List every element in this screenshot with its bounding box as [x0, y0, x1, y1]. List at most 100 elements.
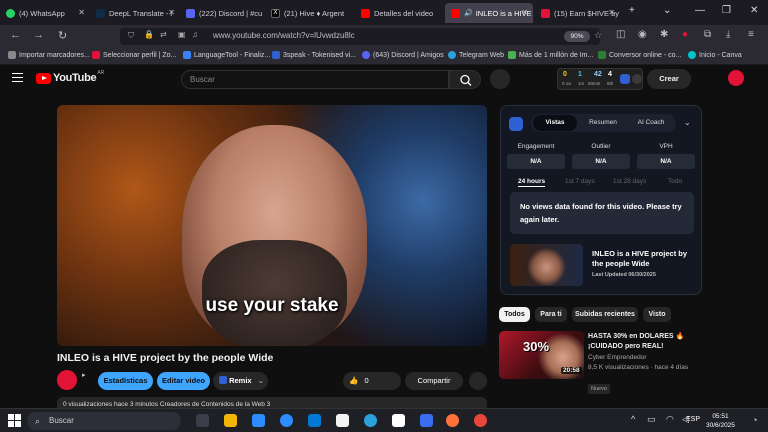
reload-icon[interactable]: ↻: [58, 29, 67, 42]
chip-for-you[interactable]: Para ti: [535, 307, 567, 322]
tab-x-hive[interactable]: X (21) Hive ♦ Argent: [265, 3, 355, 23]
permissions-icon[interactable]: ⇄: [160, 30, 167, 39]
voice-search-button[interactable]: [490, 69, 510, 89]
remix-button[interactable]: Remix ⌄: [213, 372, 268, 390]
tab-whatsapp[interactable]: (4) WhatsApp ✕: [0, 3, 90, 23]
close-tab-icon[interactable]: ✕: [521, 8, 528, 17]
close-tab-icon[interactable]: ✕: [168, 8, 175, 17]
camera-icon[interactable]: ▣: [178, 30, 186, 39]
hamburger-menu-icon[interactable]: [12, 73, 23, 82]
account-icon[interactable]: ◉: [638, 29, 647, 40]
language-indicator[interactable]: ESP: [686, 416, 700, 423]
edit-video-button[interactable]: Editar video: [157, 372, 210, 390]
bookmark-item[interactable]: Importar marcadores...: [8, 51, 90, 59]
channel-avatar[interactable]: [57, 370, 77, 390]
url-text[interactable]: www.youtube.com/watch?v=lUvwdzu8lc: [213, 31, 355, 40]
search-icon: ⌕: [35, 416, 41, 426]
chevron-up-icon[interactable]: ^: [631, 414, 635, 424]
speaker-icon[interactable]: 🔊: [464, 9, 473, 17]
wifi-icon[interactable]: ◠: [666, 414, 674, 425]
tab-list-dropdown[interactable]: ⌄: [663, 5, 671, 16]
bookmark-item[interactable]: Inicio - Canva: [688, 51, 742, 59]
like-button[interactable]: 👍 0: [343, 372, 401, 390]
forward-arrow-icon[interactable]: →: [33, 29, 44, 41]
youtube-play-icon: [36, 72, 51, 84]
firefox-icon[interactable]: [446, 414, 459, 427]
chip-all[interactable]: Todos: [499, 307, 530, 322]
search-button[interactable]: [449, 70, 481, 89]
tab-views[interactable]: Vistas: [533, 115, 577, 131]
period-24h[interactable]: 24 hours: [518, 178, 546, 187]
hive-keychain-icon[interactable]: ●: [682, 29, 688, 40]
microphone-icon[interactable]: ♫: [192, 30, 198, 39]
bookmark-item[interactable]: Seleccionar perfil | Zo...: [92, 51, 176, 59]
new-tab-button[interactable]: +: [629, 5, 635, 16]
back-arrow-icon[interactable]: ←: [10, 29, 21, 41]
tab-video-details[interactable]: Detalles del video: [355, 3, 443, 23]
statistics-button[interactable]: Estadísticas: [98, 372, 153, 390]
chip-recent-uploads[interactable]: Subidas recientes: [572, 307, 638, 322]
windows-start-icon[interactable]: [8, 414, 21, 427]
lock-icon[interactable]: 🔒: [144, 30, 154, 39]
bookmark-item[interactable]: Telegram Web: [448, 51, 504, 59]
chip-watched[interactable]: Visto: [643, 307, 671, 322]
zoom-icon[interactable]: [280, 414, 293, 427]
create-button[interactable]: Crear: [647, 69, 691, 89]
app-icon[interactable]: [252, 414, 265, 427]
telegram-icon[interactable]: [364, 414, 377, 427]
tab-summary[interactable]: Resumen: [581, 115, 625, 131]
bookmark-item[interactable]: (643) Discord | Amigos: [362, 51, 444, 59]
close-tab-icon[interactable]: ✕: [78, 8, 85, 17]
network-icon[interactable]: ▭: [647, 414, 656, 425]
system-clock[interactable]: 05:51 30/6/2025: [706, 412, 735, 430]
bookmark-star-icon[interactable]: ☆: [594, 30, 602, 41]
tab-earn-hive[interactable]: (15) Earn $HIVE by ✕: [535, 3, 620, 23]
bookmark-item[interactable]: 3speak - Tokenised vi...: [272, 51, 356, 59]
channel-stats-widget[interactable]: 0 0 1a 1 1m 42 60min 4 6th: [557, 68, 643, 90]
pocket-icon[interactable]: ◫: [616, 29, 625, 40]
chevron-down-icon[interactable]: ⌄: [684, 118, 691, 127]
bookmark-item[interactable]: LanguageTool - Finaliz...: [183, 51, 270, 59]
download-icon[interactable]: ⤓: [726, 29, 730, 40]
close-tab-icon[interactable]: ✕: [608, 8, 615, 17]
capcut-icon[interactable]: [392, 414, 405, 427]
minimize-button[interactable]: —: [695, 5, 705, 16]
recommendation-title[interactable]: HASTA 30% en DOLARES 🔥 ¡CUIDADO pero REA…: [588, 332, 698, 352]
bookmark-item[interactable]: Más de 1 millón de Im...: [508, 51, 593, 59]
tab-deepl[interactable]: DeepL Translate - l ✕: [90, 3, 180, 23]
task-view-icon[interactable]: [196, 414, 209, 427]
tab-discord[interactable]: (222) Discord | #cu: [180, 3, 265, 23]
restore-button[interactable]: ❐: [722, 5, 731, 16]
tab-inleo-video[interactable]: 🔊 INLEO is a HIVE ✕: [445, 3, 533, 23]
inleo-app-icon[interactable]: [420, 414, 433, 427]
puzzle-icon[interactable]: ⧉: [704, 29, 711, 40]
address-bar[interactable]: ⛉ 🔒 ⇄ ▣ ♫ www.youtube.com/watch?v=lUvwdz…: [120, 28, 602, 45]
period-7d[interactable]: 1st 7 days: [565, 178, 595, 185]
chrome-icon[interactable]: [474, 414, 487, 427]
more-actions-button[interactable]: [469, 372, 487, 390]
bookmark-item[interactable]: Conversor online - co...: [598, 51, 681, 59]
taskbar-search-input[interactable]: ⌕ Buscar: [27, 412, 181, 430]
notepad-icon[interactable]: [336, 414, 349, 427]
tab-ai-coach[interactable]: AI Coach: [627, 115, 675, 131]
zoom-level[interactable]: 90%: [564, 31, 590, 42]
share-button[interactable]: Compartir: [405, 372, 463, 390]
recommendation-channel[interactable]: Cyber Emprendedor: [588, 354, 647, 361]
close-window-button[interactable]: ✕: [750, 5, 758, 16]
youtube-logo[interactable]: YouTube AR: [36, 70, 104, 84]
period-all[interactable]: Todo: [668, 178, 682, 185]
search-input[interactable]: Buscar: [181, 70, 449, 89]
menu-icon[interactable]: ≡: [748, 29, 754, 40]
microsoft-store-icon[interactable]: [308, 414, 321, 427]
remix-icon: [219, 376, 227, 384]
period-28d[interactable]: 1st 28 days: [613, 178, 646, 185]
account-avatar[interactable]: [728, 70, 744, 86]
canva-icon: [688, 51, 696, 59]
extensions-icon[interactable]: ✱: [660, 29, 668, 40]
shield-icon[interactable]: ⛉: [128, 31, 134, 41]
chevron-down-icon[interactable]: ▸: [82, 371, 86, 379]
vph-value: N/A: [637, 154, 695, 169]
video-player[interactable]: use your stake: [57, 105, 487, 346]
file-explorer-icon[interactable]: [224, 414, 237, 427]
notification-bell-icon[interactable]: ◔: [752, 415, 757, 425]
